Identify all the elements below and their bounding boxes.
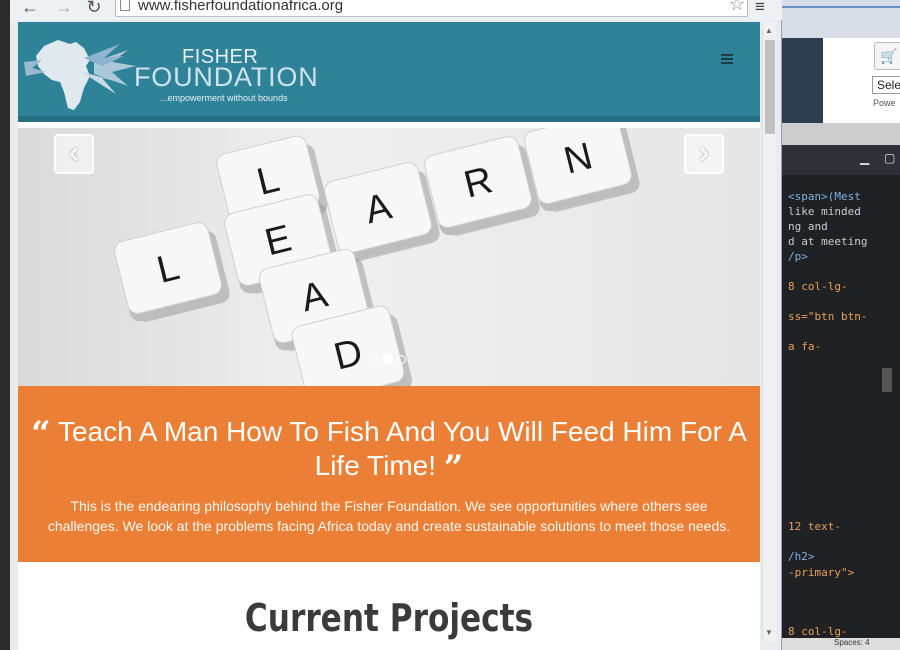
hero-carousel: LLEARNAD ‹ › <box>18 128 760 386</box>
carousel-indicators <box>369 351 410 369</box>
code-line: 8 col-lg- <box>788 625 848 638</box>
editor-scrollbar-thumb[interactable] <box>882 368 892 392</box>
minimize-icon[interactable]: ▁ <box>860 151 869 165</box>
letter-tile: A <box>324 162 440 262</box>
code-line: ss="btn btn- <box>788 310 868 323</box>
africa-fish-logo-icon[interactable] <box>24 32 144 116</box>
code-line: -primary"> <box>788 566 855 579</box>
background-select[interactable]: Sele <box>872 76 900 94</box>
brand-tagline: ...empowerment without bounds <box>160 93 288 103</box>
code-line: /p> <box>788 250 808 263</box>
carousel-dot[interactable] <box>397 355 406 364</box>
cart-icon[interactable]: 🛒 <box>874 42 900 70</box>
page-icon <box>120 0 130 11</box>
brand-name-line2: FOUNDATION <box>134 62 319 92</box>
scrabble-tiles-image: LLEARNAD <box>114 128 640 386</box>
scroll-down-icon[interactable]: ▼ <box>765 628 773 637</box>
bookmark-star-icon[interactable]: ☆ <box>729 0 745 13</box>
code-line: a fa- <box>788 340 822 353</box>
carousel-prev-button[interactable]: ‹ <box>54 134 94 174</box>
projects-heading: Current Projects <box>244 596 534 640</box>
background-gray-bar <box>780 123 900 145</box>
carousel-dot[interactable] <box>369 355 378 364</box>
quote-heading-text: Teach A Man How To Fish And You Will Fee… <box>57 416 747 481</box>
code-line: d at meeting <box>788 235 868 248</box>
letter-tile: N <box>524 128 640 212</box>
page-scrollbar[interactable]: ▲ ▼ <box>762 22 776 642</box>
quote-body: This is the endearing philosophy behind … <box>47 498 731 534</box>
code-line: 12 text- <box>788 520 841 533</box>
quote-heading: “ Teach A Man How To Fish And You Will F… <box>18 414 760 485</box>
code-line: <span>(Mest <box>788 190 861 203</box>
quote-section: “ Teach A Man How To Fish And You Will F… <box>18 386 760 562</box>
page-viewport: FISHER FOUNDATION ...empowerment without… <box>18 22 760 650</box>
background-powered-text: Powe <box>873 98 896 108</box>
address-bar[interactable]: www.fisherfoundationafrica.org ☆ <box>115 0 748 17</box>
page-scrollbar-thumb[interactable] <box>765 40 775 134</box>
open-quote-icon: “ <box>31 414 51 454</box>
reload-icon[interactable]: ↻ <box>84 0 104 17</box>
code-line: like minded <box>788 205 861 218</box>
carousel-dot[interactable] <box>382 353 393 364</box>
code-line: /h2> <box>788 550 815 563</box>
back-arrow-icon[interactable]: ← <box>20 0 40 17</box>
hamburger-menu-icon[interactable] <box>721 54 733 66</box>
browser-toolbar: ← → ↻ www.fisherfoundationafrica.org ☆ ≡ <box>10 0 782 20</box>
letter-tile: R <box>424 136 540 236</box>
address-bar-url: www.fisherfoundationafrica.org <box>138 0 344 14</box>
site-header: FISHER FOUNDATION ...empowerment without… <box>18 22 760 122</box>
browser-menu-icon[interactable]: ≡ <box>750 0 770 17</box>
code-line: 8 col-lg- <box>788 280 848 293</box>
scroll-up-icon[interactable]: ▲ <box>765 26 773 35</box>
close-quote-icon: ” <box>443 448 464 488</box>
maximize-icon[interactable]: ▢ <box>884 151 895 165</box>
letter-tile: L <box>114 222 230 322</box>
forward-arrow-icon[interactable]: → <box>54 0 74 17</box>
browser-window: ← → ↻ www.fisherfoundationafrica.org ☆ ≡ <box>10 0 782 650</box>
background-window-strip <box>780 0 900 38</box>
editor-status-bar: Spaces: 4 <box>780 638 900 650</box>
code-line: ng and <box>788 220 828 233</box>
carousel-next-button[interactable]: › <box>684 134 724 174</box>
